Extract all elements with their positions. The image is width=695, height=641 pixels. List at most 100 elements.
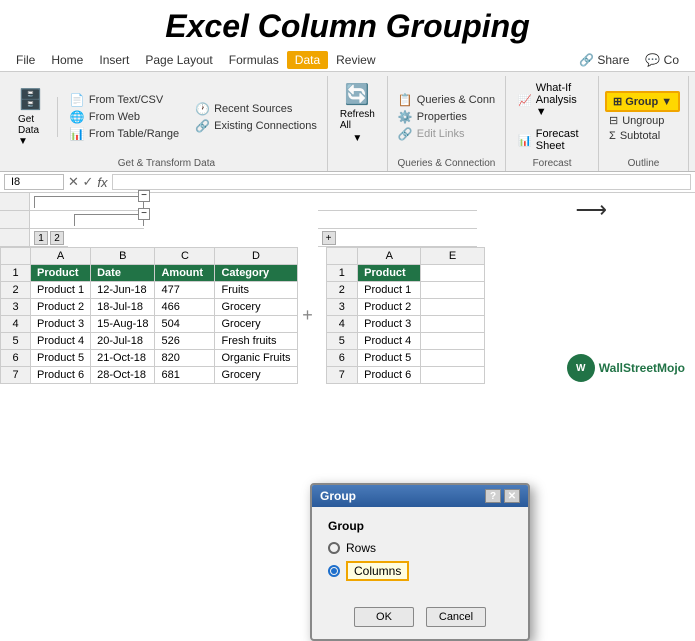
col-header-b[interactable]: B bbox=[91, 248, 155, 265]
cell-d3[interactable]: Grocery bbox=[215, 299, 297, 316]
header-amount[interactable]: Amount bbox=[155, 265, 215, 282]
header-date[interactable]: Date bbox=[91, 265, 155, 282]
menu-share[interactable]: 🔗 Share bbox=[571, 51, 637, 69]
from-text-csv-button[interactable]: 📄 From Text/CSV bbox=[66, 92, 167, 108]
dialog-help-button[interactable]: ? bbox=[485, 489, 501, 503]
col-header-c[interactable]: C bbox=[155, 248, 215, 265]
right-header-product[interactable]: Product bbox=[358, 265, 421, 282]
fx-label: fx bbox=[97, 175, 107, 190]
right-cell-a2[interactable]: Product 1 bbox=[358, 282, 421, 299]
forecast-sheet-button[interactable]: 📊 Forecast Sheet bbox=[512, 124, 592, 156]
rows-radio[interactable] bbox=[328, 542, 340, 554]
right-table: A E 1 Product 2 Product 1 3 Product 2 bbox=[326, 247, 485, 384]
edit-links-button[interactable]: 🔗 Edit Links bbox=[394, 126, 469, 142]
ribbon: 🗄️ GetData ▼ 📄 From Text/CSV 🌐 From Web … bbox=[0, 72, 695, 172]
recent-sources-button[interactable]: 🕐 Recent Sources bbox=[191, 101, 296, 117]
properties-button[interactable]: ⚙️ Properties bbox=[394, 109, 471, 125]
menu-formulas[interactable]: Formulas bbox=[221, 51, 287, 69]
ribbon-forecast-section: 📈 What-If Analysis ▼ 📊 Forecast Sheet Fo… bbox=[506, 76, 599, 171]
ok-button[interactable]: OK bbox=[354, 607, 414, 627]
cell-d6[interactable]: Organic Fruits bbox=[215, 350, 297, 367]
collapse-minus-top[interactable]: − bbox=[138, 190, 150, 202]
level-1[interactable]: 1 bbox=[34, 231, 48, 245]
level-2[interactable]: 2 bbox=[50, 231, 64, 245]
cell-c6[interactable]: 820 bbox=[155, 350, 215, 367]
outline-label: Outline bbox=[605, 156, 682, 169]
get-transform-label: Get & Transform Data bbox=[12, 156, 321, 169]
cell-b7[interactable]: 28-Oct-18 bbox=[91, 367, 155, 384]
menu-data[interactable]: Data bbox=[287, 51, 328, 69]
forecast-label: Forecast bbox=[512, 156, 592, 169]
cell-reference[interactable] bbox=[4, 174, 64, 190]
from-table-button[interactable]: 📊 From Table/Range bbox=[66, 126, 183, 142]
cancel-button[interactable]: Cancel bbox=[426, 607, 486, 627]
columns-option[interactable]: Columns bbox=[328, 561, 512, 581]
cell-c2[interactable]: 477 bbox=[155, 282, 215, 299]
group-button[interactable]: ⊞ Group ▼ bbox=[605, 91, 680, 112]
right-cell-a6[interactable]: Product 5 bbox=[358, 350, 421, 367]
cell-a3[interactable]: Product 2 bbox=[31, 299, 91, 316]
cell-a2[interactable]: Product 1 bbox=[31, 282, 91, 299]
col-header-d[interactable]: D bbox=[215, 248, 297, 265]
subtotal-button[interactable]: Σ Subtotal bbox=[605, 129, 664, 143]
page-title: Excel Column Grouping bbox=[0, 0, 695, 49]
ungroup-button[interactable]: ⊟ Ungroup bbox=[605, 113, 668, 128]
arrow-annotation: ⟶ bbox=[575, 197, 607, 223]
refresh-all-button[interactable]: 🔄 Refresh All ▼ bbox=[334, 78, 381, 148]
right-cell-a3[interactable]: Product 2 bbox=[358, 299, 421, 316]
menu-file[interactable]: File bbox=[8, 51, 43, 69]
menu-insert[interactable]: Insert bbox=[91, 51, 137, 69]
cell-c7[interactable]: 681 bbox=[155, 367, 215, 384]
right-cell-a7[interactable]: Product 6 bbox=[358, 367, 421, 384]
right-col-header-a[interactable]: A bbox=[358, 248, 421, 265]
cell-b6[interactable]: 21-Oct-18 bbox=[91, 350, 155, 367]
menu-page-layout[interactable]: Page Layout bbox=[137, 51, 220, 69]
queries-conn-button[interactable]: 📋 Queries & Conn bbox=[394, 92, 499, 108]
cell-b5[interactable]: 20-Jul-18 bbox=[91, 333, 155, 350]
existing-connections-button[interactable]: 🔗 Existing Connections bbox=[191, 118, 321, 134]
left-sheet: − − 1 2 A bbox=[0, 193, 298, 384]
right-cell-a4[interactable]: Product 3 bbox=[358, 316, 421, 333]
menu-review[interactable]: Review bbox=[328, 51, 383, 69]
main-table: A B C D 1 Product Date Amount Category 2… bbox=[0, 247, 298, 384]
dialog-title-text: Group bbox=[320, 489, 356, 503]
columns-radio[interactable] bbox=[328, 565, 340, 577]
menu-co[interactable]: 💬 Co bbox=[637, 51, 687, 69]
menu-home[interactable]: Home bbox=[43, 51, 91, 69]
right-cell-a5[interactable]: Product 4 bbox=[358, 333, 421, 350]
ribbon-refresh-section: 🔄 Refresh All ▼ bbox=[328, 76, 388, 171]
right-level-row: + bbox=[318, 229, 477, 247]
cell-a4[interactable]: Product 3 bbox=[31, 316, 91, 333]
cell-d4[interactable]: Grocery bbox=[215, 316, 297, 333]
dialog-body: Group Rows Columns bbox=[312, 507, 528, 599]
level-numbers-row: 1 2 bbox=[0, 229, 298, 247]
formula-input[interactable] bbox=[112, 174, 691, 190]
header-product[interactable]: Product bbox=[31, 265, 91, 282]
right-col-header-e[interactable]: E bbox=[421, 248, 484, 265]
col-header-a[interactable]: A bbox=[31, 248, 91, 265]
dialog-close-button[interactable]: ✕ bbox=[504, 489, 520, 503]
cell-a5[interactable]: Product 4 bbox=[31, 333, 91, 350]
rows-option[interactable]: Rows bbox=[328, 541, 512, 555]
cell-a7[interactable]: Product 6 bbox=[31, 367, 91, 384]
collapse-minus-bottom[interactable]: − bbox=[138, 208, 150, 220]
what-if-button[interactable]: 📈 What-If Analysis ▼ bbox=[512, 78, 592, 122]
cell-d7[interactable]: Grocery bbox=[215, 367, 297, 384]
cell-d2[interactable]: Fruits bbox=[215, 282, 297, 299]
cell-b2[interactable]: 12-Jun-18 bbox=[91, 282, 155, 299]
cell-b4[interactable]: 15-Aug-18 bbox=[91, 316, 155, 333]
group-dialog: Group ? ✕ Group Rows Columns OK Cancel bbox=[310, 483, 530, 641]
from-web-button[interactable]: 🌐 From Web bbox=[66, 109, 144, 125]
formula-bar: ✕ ✓ fx bbox=[0, 172, 695, 193]
header-category[interactable]: Category bbox=[215, 265, 297, 282]
cell-d5[interactable]: Fresh fruits bbox=[215, 333, 297, 350]
right-level-plus[interactable]: + bbox=[322, 231, 336, 245]
cell-c4[interactable]: 504 bbox=[155, 316, 215, 333]
cell-a6[interactable]: Product 5 bbox=[31, 350, 91, 367]
cell-b3[interactable]: 18-Jul-18 bbox=[91, 299, 155, 316]
right-group-row-2 bbox=[318, 211, 477, 229]
get-data-button[interactable]: 🗄️ GetData ▼ bbox=[12, 83, 49, 151]
cell-c5[interactable]: 526 bbox=[155, 333, 215, 350]
sheet-divider: + bbox=[298, 193, 318, 384]
cell-c3[interactable]: 466 bbox=[155, 299, 215, 316]
